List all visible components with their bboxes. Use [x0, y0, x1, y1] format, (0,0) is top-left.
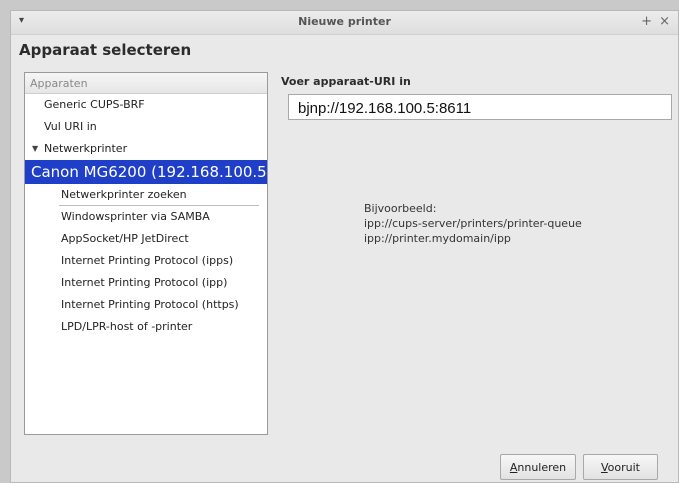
tree-item-label: Vul URI in: [44, 120, 97, 133]
device-uri-input[interactable]: [288, 94, 672, 120]
uri-label: Voer apparaat-URI in: [281, 75, 411, 88]
tree-item-label: LPD/LPR-host of -printer: [61, 320, 193, 333]
title-bar: ▾ Nieuwe printer + ×: [11, 11, 678, 35]
tree-item-ipp[interactable]: Internet Printing Protocol (ipp): [25, 272, 267, 294]
tree-item-label: Internet Printing Protocol (ipp): [61, 276, 228, 289]
tree-item-appsocket[interactable]: AppSocket/HP JetDirect: [25, 228, 267, 250]
tree-item-label: Internet Printing Protocol (ipps): [61, 254, 234, 267]
cancel-button[interactable]: Annuleren: [500, 454, 576, 480]
example-line: ipp://printer.mydomain/ipp: [364, 232, 511, 245]
pin-button[interactable]: +: [641, 14, 652, 29]
tree-item-label: Netwerkprinter: [44, 142, 128, 155]
device-tree[interactable]: Apparaten Generic CUPS-BRF Vul URI in ▼ …: [24, 72, 268, 435]
close-button[interactable]: ×: [659, 14, 670, 29]
example-line: ipp://cups-server/printers/printer-queue: [364, 217, 582, 230]
tree-item-https[interactable]: Internet Printing Protocol (https): [25, 294, 267, 316]
next-button[interactable]: Vooruit: [583, 454, 658, 480]
tree-item-windows-samba[interactable]: Windowsprinter via SAMBA: [25, 206, 267, 228]
mnemonic: V: [601, 461, 608, 474]
window-title: Nieuwe printer: [298, 15, 391, 28]
tree-item-label: Generic CUPS-BRF: [44, 98, 145, 111]
tree-item-label: Windowsprinter via SAMBA: [61, 210, 210, 223]
tree-item-generic-cups-brf[interactable]: Generic CUPS-BRF: [25, 94, 267, 116]
tree-item-label: AppSocket/HP JetDirect: [61, 232, 189, 245]
tree-item-label: Netwerkprinter zoeken: [61, 188, 187, 201]
tree-item-label: Internet Printing Protocol (https): [61, 298, 239, 311]
tree-item-enter-uri[interactable]: Vul URI in: [25, 116, 267, 138]
column-header-devices[interactable]: Apparaten: [25, 73, 267, 94]
tree-item-lpd[interactable]: LPD/LPR-host of -printer: [25, 316, 267, 338]
new-printer-dialog: ▾ Nieuwe printer + × Apparaat selecteren…: [10, 10, 679, 483]
button-label: ooruit: [607, 461, 640, 474]
tree-item-ipps[interactable]: Internet Printing Protocol (ipps): [25, 250, 267, 272]
tree-item-find-network-printer[interactable]: Netwerkprinter zoeken: [25, 184, 267, 206]
tree-item-network-printer[interactable]: ▼ Netwerkprinter: [25, 138, 267, 160]
tree-item-canon-mg6200[interactable]: Canon MG6200 (192.168.100.5): [25, 160, 267, 184]
uri-example: Bijvoorbeeld: ipp://cups-server/printers…: [364, 201, 582, 246]
tree-item-label: Canon MG6200 (192.168.100.5): [31, 163, 268, 181]
button-label: nnuleren: [517, 461, 567, 474]
page-title: Apparaat selecteren: [19, 41, 192, 59]
example-heading: Bijvoorbeeld:: [364, 202, 437, 215]
expander-down-icon[interactable]: ▼: [32, 144, 38, 153]
